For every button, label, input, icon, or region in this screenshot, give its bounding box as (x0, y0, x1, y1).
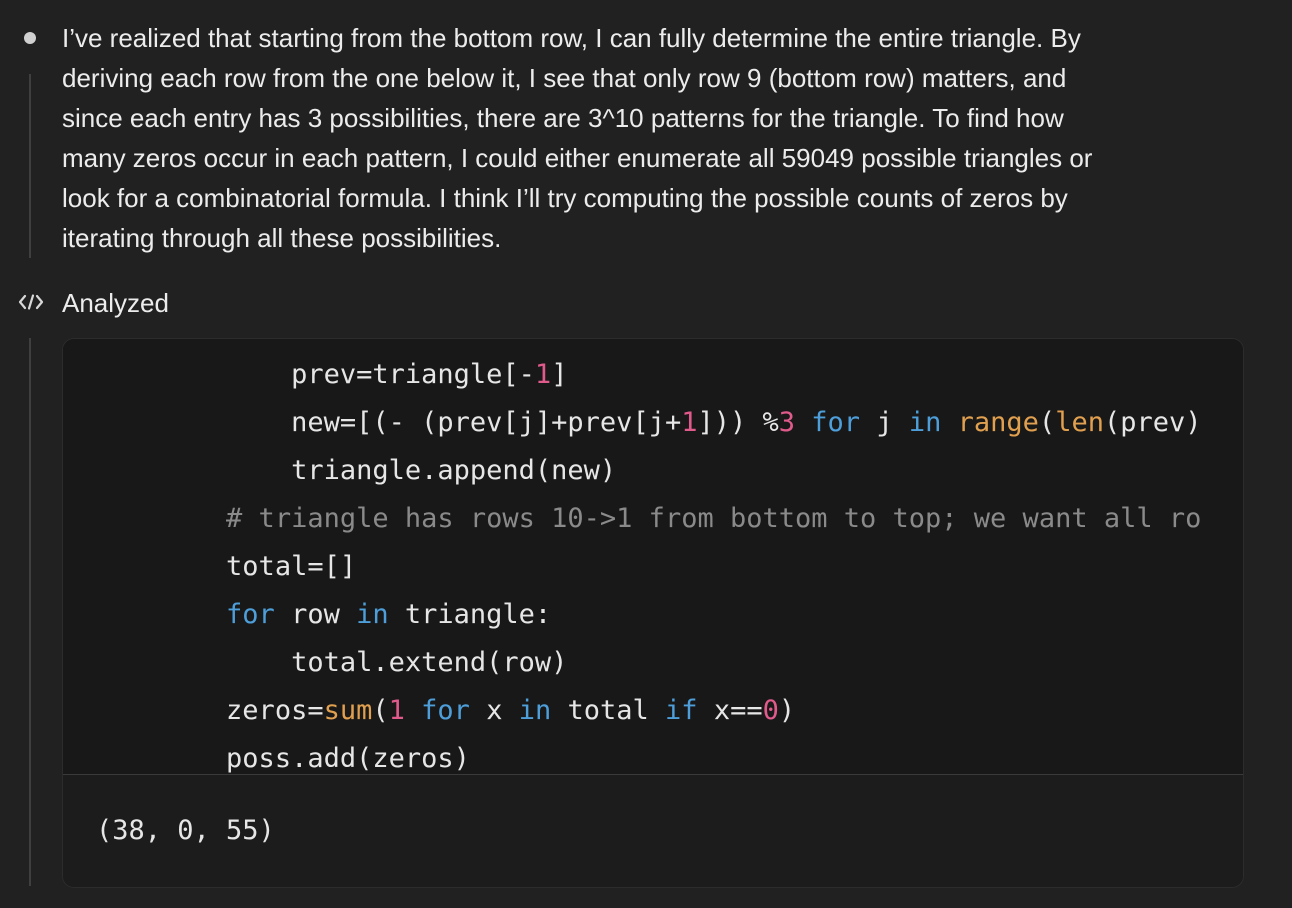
code-token: poss.add(zeros) (226, 743, 470, 774)
code-line-1: new=[(- (prev[j]+prev[j+1])) %3 for j in… (96, 399, 1202, 447)
code-token: for (811, 407, 861, 438)
code-token: range (957, 407, 1039, 438)
code-line-3: # triangle has rows 10->1 from bottom to… (96, 495, 1201, 543)
code-line-4: total=[] (96, 543, 356, 591)
code-token: for (226, 599, 275, 630)
code-token: ( (1038, 407, 1056, 438)
code-token: total=[] (226, 551, 357, 582)
tool-status-label[interactable]: Analyzed (62, 283, 169, 323)
code-token: x== (697, 695, 763, 726)
code-token: triangle.append(new) (291, 455, 617, 486)
code-token: zeros= (226, 695, 324, 726)
code-block[interactable]: prev=triangle[-1] new=[(- (prev[j]+prev[… (63, 339, 1243, 774)
thought-line: I’ve realized that starting from the bot… (62, 23, 1081, 53)
thought-text: I’ve realized that starting from the bot… (62, 18, 1252, 258)
code-token: 1 (534, 359, 552, 390)
code-token: in (356, 599, 389, 630)
output-text: (38, 0, 55) (96, 815, 275, 846)
code-brackets-icon-glyph (18, 294, 44, 310)
code-token: 1 (681, 407, 698, 438)
thought-line: many zeros occur in each pattern, I coul… (62, 143, 1093, 173)
code-token: triangle: (388, 599, 552, 630)
thought-line: iterating through all these possibilitie… (62, 223, 502, 253)
thought-line: deriving each row from the one below it,… (62, 63, 1067, 93)
code-token: total.extend(row) (291, 647, 568, 678)
code-output-card: prev=triangle[-1] new=[(- (prev[j]+prev[… (62, 338, 1244, 888)
code-line-0: prev=triangle[-1] (96, 351, 567, 399)
code-token: in (908, 407, 942, 438)
code-token: for (421, 695, 470, 726)
code-token: if (665, 695, 698, 726)
code-token: 1 (388, 695, 405, 726)
code-line-5: for row in triangle: (96, 591, 551, 639)
thread-line (29, 338, 31, 886)
output-block: (38, 0, 55) (63, 775, 1243, 887)
code-token: sum (323, 695, 373, 726)
code-token: ])) % (697, 407, 779, 438)
code-line-6: total.extend(row) (96, 639, 567, 687)
code-token: ( (372, 695, 389, 726)
code-token: new=[(- (prev[j]+prev[j+ (291, 407, 682, 438)
code-token: in (518, 695, 552, 726)
code-token: prev=triangle[- (291, 359, 535, 390)
code-token: (prev) (1103, 407, 1202, 438)
code-brackets-icon[interactable] (16, 290, 46, 314)
code-token: total (551, 695, 666, 726)
code-token: len (1055, 407, 1104, 438)
thread-line (29, 74, 31, 258)
code-line-8: poss.add(zeros) (96, 735, 470, 774)
code-token: ) (778, 695, 796, 726)
code-line-7: zeros=sum(1 for x in total if x==0) (96, 687, 795, 735)
thought-line: since each entry has 3 possibilities, th… (62, 103, 1064, 133)
code-line-2: triangle.append(new) (96, 447, 616, 495)
code-token: ] (551, 359, 568, 390)
message-bullet (24, 32, 36, 44)
code-token: 3 (778, 407, 796, 438)
code-token: row (274, 599, 357, 630)
code-token: x (469, 695, 519, 726)
code-token: j (860, 407, 909, 438)
thought-line: look for a combinatorial formula. I thin… (62, 183, 1068, 213)
code-token: # triangle has rows 10->1 from bottom to… (226, 503, 1202, 534)
code-token: 0 (762, 695, 779, 726)
